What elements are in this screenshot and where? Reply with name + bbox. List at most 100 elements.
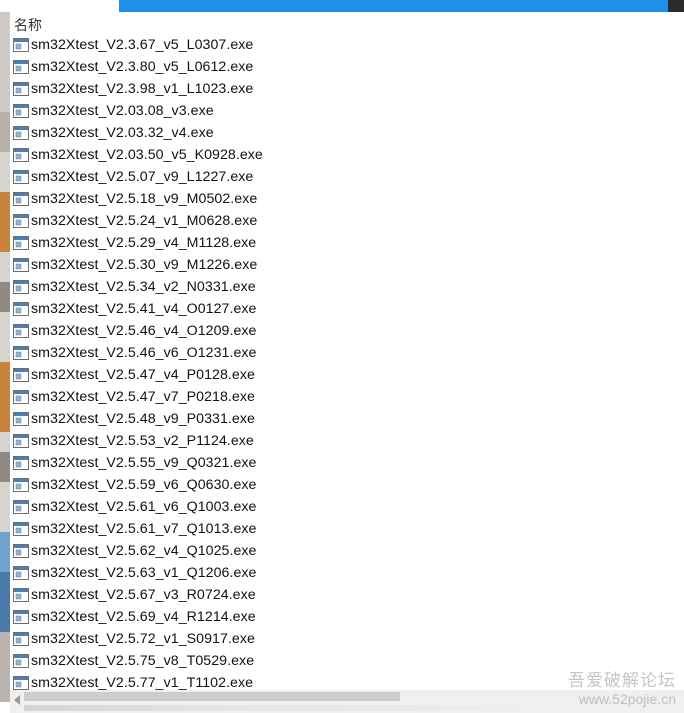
executable-file-icon <box>13 104 29 118</box>
file-name: sm32Xtest_V2.5.46_v6_O1231.exe <box>31 345 257 361</box>
window-top-bar <box>0 0 684 12</box>
file-name: sm32Xtest_V2.5.07_v9_L1227.exe <box>31 169 254 185</box>
file-name: sm32Xtest_V2.5.53_v2_P1124.exe <box>31 433 254 449</box>
executable-file-icon <box>13 456 29 470</box>
file-row[interactable]: sm32Xtest_V2.03.50_v5_K0928.exe <box>10 144 680 166</box>
file-row[interactable]: sm32Xtest_V2.03.08_v3.exe <box>10 100 680 122</box>
executable-file-icon <box>13 280 29 294</box>
executable-file-icon <box>13 588 29 602</box>
desktop-background-strip <box>0 12 10 702</box>
executable-file-icon <box>13 126 29 140</box>
executable-file-icon <box>13 434 29 448</box>
file-name: sm32Xtest_V2.03.32_v4.exe <box>31 125 214 141</box>
file-name: sm32Xtest_V2.5.75_v8_T0529.exe <box>31 653 255 669</box>
file-row[interactable]: sm32Xtest_V2.5.29_v4_M1128.exe <box>10 232 680 254</box>
file-name: sm32Xtest_V2.5.29_v4_M1128.exe <box>31 235 257 251</box>
file-name: sm32Xtest_V2.5.67_v3_R0724.exe <box>31 587 256 603</box>
file-name: sm32Xtest_V2.3.67_v5_L0307.exe <box>31 37 254 53</box>
file-row[interactable]: sm32Xtest_V2.5.67_v3_R0724.exe <box>10 584 680 606</box>
executable-file-icon <box>13 632 29 646</box>
executable-file-icon <box>13 82 29 96</box>
file-row[interactable]: sm32Xtest_V2.5.18_v9_M0502.exe <box>10 188 680 210</box>
title-bar-accent <box>119 0 684 12</box>
executable-file-icon <box>13 60 29 74</box>
executable-file-icon <box>13 566 29 580</box>
executable-file-icon <box>13 368 29 382</box>
file-list-panel: 名称 sm32Xtest_V2.3.67_v5_L0307.exe sm32Xte… <box>10 12 684 691</box>
file-row[interactable]: sm32Xtest_V2.5.46_v6_O1231.exe <box>10 342 680 364</box>
file-name: sm32Xtest_V2.5.55_v9_Q0321.exe <box>31 455 257 471</box>
executable-file-icon <box>13 346 29 360</box>
file-name: sm32Xtest_V2.5.77_v1_T1102.exe <box>31 675 254 691</box>
executable-file-icon <box>13 610 29 624</box>
executable-file-icon <box>13 654 29 668</box>
executable-file-icon <box>13 302 29 316</box>
file-name: sm32Xtest_V2.5.63_v1_Q1206.exe <box>31 565 257 581</box>
file-row[interactable]: sm32Xtest_V2.5.62_v4_Q1025.exe <box>10 540 680 562</box>
executable-file-icon <box>13 170 29 184</box>
title-bar-corner <box>668 0 684 12</box>
executable-file-icon <box>13 390 29 404</box>
file-name: sm32Xtest_V2.5.72_v1_S0917.exe <box>31 631 255 647</box>
executable-file-icon <box>13 214 29 228</box>
executable-file-icon <box>13 478 29 492</box>
executable-file-icon <box>13 544 29 558</box>
file-name: sm32Xtest_V2.5.61_v6_Q1003.exe <box>31 499 257 515</box>
file-name: sm32Xtest_V2.3.80_v5_L0612.exe <box>31 59 254 75</box>
executable-file-icon <box>13 258 29 272</box>
file-row[interactable]: sm32Xtest_V2.5.41_v4_O0127.exe <box>10 298 680 320</box>
file-row[interactable]: sm32Xtest_V2.5.46_v4_O1209.exe <box>10 320 680 342</box>
file-row[interactable]: sm32Xtest_V2.5.61_v7_Q1013.exe <box>10 518 680 540</box>
file-row[interactable]: sm32Xtest_V2.5.63_v1_Q1206.exe <box>10 562 680 584</box>
scrollbar-thumb[interactable] <box>24 692 400 701</box>
file-row[interactable]: sm32Xtest_V2.5.53_v2_P1124.exe <box>10 430 680 452</box>
file-name: sm32Xtest_V2.5.48_v9_P0331.exe <box>31 411 255 427</box>
file-name: sm32Xtest_V2.5.24_v1_M0628.exe <box>31 213 258 229</box>
file-row[interactable]: sm32Xtest_V2.5.24_v1_M0628.exe <box>10 210 680 232</box>
file-name: sm32Xtest_V2.5.61_v7_Q1013.exe <box>31 521 257 537</box>
file-row[interactable]: sm32Xtest_V2.5.69_v4_R1214.exe <box>10 606 680 628</box>
watermark-url: www.52pojie.cn <box>578 691 676 707</box>
file-row[interactable]: sm32Xtest_V2.5.47_v4_P0128.exe <box>10 364 680 386</box>
executable-file-icon <box>13 38 29 52</box>
file-name: sm32Xtest_V2.03.08_v3.exe <box>31 103 214 119</box>
executable-file-icon <box>13 324 29 338</box>
executable-file-icon <box>13 148 29 162</box>
file-row[interactable]: sm32Xtest_V2.3.67_v5_L0307.exe <box>10 34 680 56</box>
file-row[interactable]: sm32Xtest_V2.5.61_v6_Q1003.exe <box>10 496 680 518</box>
scroll-left-arrow-icon[interactable] <box>14 695 20 705</box>
file-row[interactable]: sm32Xtest_V2.5.07_v9_L1227.exe <box>10 166 680 188</box>
file-name: sm32Xtest_V2.5.30_v9_M1226.exe <box>31 257 258 273</box>
file-name: sm32Xtest_V2.5.69_v4_R1214.exe <box>31 609 256 625</box>
file-row[interactable]: sm32Xtest_V2.03.32_v4.exe <box>10 122 680 144</box>
file-row[interactable]: sm32Xtest_V2.5.47_v7_P0218.exe <box>10 386 680 408</box>
file-name: sm32Xtest_V2.3.98_v1_L1023.exe <box>31 81 254 97</box>
file-row[interactable]: sm32Xtest_V2.5.30_v9_M1226.exe <box>10 254 680 276</box>
file-name: sm32Xtest_V2.5.18_v9_M0502.exe <box>31 191 258 207</box>
forum-watermark: 吾爱破解论坛 www.52pojie.cn <box>568 666 676 707</box>
executable-file-icon <box>13 500 29 514</box>
file-name: sm32Xtest_V2.5.47_v7_P0218.exe <box>31 389 255 405</box>
file-row[interactable]: sm32Xtest_V2.5.48_v9_P0331.exe <box>10 408 680 430</box>
watermark-title: 吾爱破解论坛 <box>568 671 676 691</box>
file-list: sm32Xtest_V2.3.67_v5_L0307.exe sm32Xtest_… <box>10 34 680 694</box>
executable-file-icon <box>13 676 29 690</box>
file-name: sm32Xtest_V2.5.34_v2_N0331.exe <box>31 279 256 295</box>
executable-file-icon <box>13 412 29 426</box>
file-row[interactable]: sm32Xtest_V2.3.80_v5_L0612.exe <box>10 56 680 78</box>
blurred-status-strip <box>24 705 524 711</box>
file-name: sm32Xtest_V2.5.47_v4_P0128.exe <box>31 367 255 383</box>
executable-file-icon <box>13 192 29 206</box>
file-name: sm32Xtest_V2.03.50_v5_K0928.exe <box>31 147 263 163</box>
executable-file-icon <box>13 236 29 250</box>
executable-file-icon <box>13 522 29 536</box>
file-name: sm32Xtest_V2.5.62_v4_Q1025.exe <box>31 543 257 559</box>
file-row[interactable]: sm32Xtest_V2.5.34_v2_N0331.exe <box>10 276 680 298</box>
file-row[interactable]: sm32Xtest_V2.5.59_v6_Q0630.exe <box>10 474 680 496</box>
file-row[interactable]: sm32Xtest_V2.5.72_v1_S0917.exe <box>10 628 680 650</box>
column-header-name[interactable]: 名称 <box>14 15 42 35</box>
file-row[interactable]: sm32Xtest_V2.3.98_v1_L1023.exe <box>10 78 680 100</box>
file-row[interactable]: sm32Xtest_V2.5.55_v9_Q0321.exe <box>10 452 680 474</box>
file-name: sm32Xtest_V2.5.46_v4_O1209.exe <box>31 323 257 339</box>
file-name: sm32Xtest_V2.5.59_v6_Q0630.exe <box>31 477 257 493</box>
